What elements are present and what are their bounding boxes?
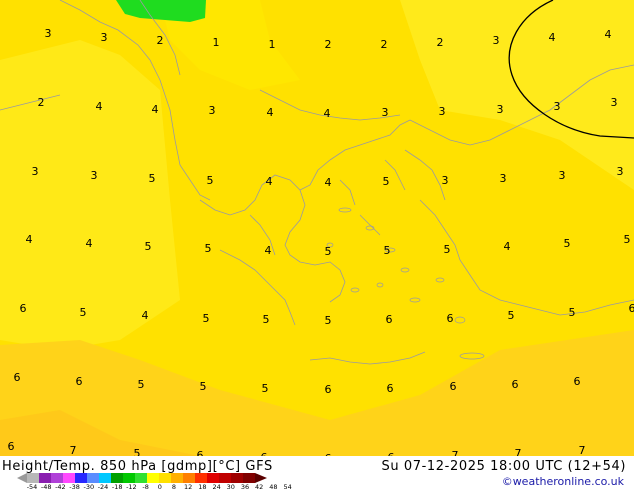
temperature-label: 5 [205,242,212,255]
credit-link[interactable]: ©weatheronline.co.uk [502,475,624,488]
temperature-label: 3 [554,100,561,113]
temperature-label: 4 [504,240,511,253]
temperature-label: 3 [382,106,389,119]
temperature-label: 4 [549,31,556,44]
temperature-label: 5 [145,240,152,253]
temperature-label: 3 [493,34,500,47]
temperature-label: 5 [325,314,332,327]
temperature-label: 4 [26,233,33,246]
temperature-label: 3 [611,96,618,109]
temperature-label: 3 [500,172,507,185]
weather-map: 3 3 2 1 1 2 2 2 3 4 4 2 4 4 3 4 4 3 3 3 3 3 3 3 5 5 4 4 5 3 3 3 3 4 4 5 5 4 5 5… [0,0,634,456]
temperature-label: 4 [152,103,159,116]
temperature-label: 2 [38,96,45,109]
colorbar-segment [231,473,243,483]
temperature-label: 7 [452,449,459,456]
valid-time: Su 07-12-2025 18:00 UTC (12+54) [381,459,626,474]
colorbar-segment [135,473,147,483]
temperature-label: 5 [564,237,571,250]
temperature-label: 4 [142,309,149,322]
temperature-label: 5 [262,382,269,395]
temperature-label: 7 [515,447,522,456]
temperature-label: 6 [386,313,393,326]
temperature-label: 7 [70,444,77,456]
temperature-label: 1 [269,38,276,51]
temperature-label: 5 [508,309,515,322]
temperature-label: 6 [197,449,204,456]
colorbar-segment [123,473,135,483]
temperature-label: 2 [381,38,388,51]
temperature-label: 3 [439,105,446,118]
colorbar-segment [183,473,195,483]
temperature-label: 6 [574,375,581,388]
temperature-label: 5 [138,378,145,391]
colorbar-segment [243,473,255,483]
temperature-label: 4 [266,175,273,188]
colorbar-segment [75,473,87,483]
colorbar-segment [159,473,171,483]
temperature-label: 5 [207,174,214,187]
temperature-label: 5 [263,313,270,326]
temperature-label: 4 [324,107,331,120]
colorbar-segment [51,473,63,483]
temperature-label: 5 [384,244,391,257]
colorbar-segment [171,473,183,483]
colorbar-segment [27,473,39,483]
temperature-label: 3 [101,31,108,44]
temperature-label: 5 [383,175,390,188]
colorbar-segment [147,473,159,483]
colorbar-segment [39,473,51,483]
temperature-label: 6 [447,312,454,325]
temperature-label: 6 [20,302,27,315]
temperature-label: 5 [200,380,207,393]
temperature-label: 6 [325,383,332,396]
temperature-label: 6 [8,440,15,453]
temperature-label: 6 [14,371,21,384]
temperature-label: 6 [512,378,519,391]
temperature-label: 2 [325,38,332,51]
temperature-label: 5 [80,306,87,319]
temperature-label: 5 [444,243,451,256]
temperature-label: 3 [442,174,449,187]
temperature-label: 3 [91,169,98,182]
temperature-label: 3 [617,165,624,178]
temperature-label: 3 [559,169,566,182]
temperature-label: 6 [387,382,394,395]
colorbar-segment [87,473,99,483]
temperature-label: 4 [267,106,274,119]
temperature-label: 4 [265,244,272,257]
temperature-label: 5 [569,306,576,319]
temperature-label: 4 [325,176,332,189]
colorbar-arrow-left [17,473,27,483]
temperature-label: 3 [45,27,52,40]
colorbar-arrow-right [255,473,267,483]
temperature-label: 3 [209,104,216,117]
colorbar [17,473,293,483]
temperature-label: 7 [579,444,586,456]
temperature-label: 5 [624,233,631,246]
temperature-label: 3 [497,103,504,116]
temperature-label: 1 [213,36,220,49]
colorbar-segment [207,473,219,483]
temperature-label: 5 [203,312,210,325]
temperature-label: 6 [629,302,634,315]
temperature-label: 2 [157,34,164,47]
temperature-label: 2 [437,36,444,49]
temperature-label: 5 [149,172,156,185]
temperature-label: 6 [76,375,83,388]
temperature-band-west [0,40,180,350]
colorbar-segment [195,473,207,483]
map-title: Height/Temp. 850 hPa [gdmp][°C] GFS [2,459,273,474]
temperature-label: 6 [450,380,457,393]
colorbar-segment [219,473,231,483]
temperature-label: 4 [86,237,93,250]
colorbar-segment [63,473,75,483]
colorbar-segment [99,473,111,483]
temperature-label: 4 [96,100,103,113]
temperature-label: 5 [325,245,332,258]
temperature-label: 4 [605,28,612,41]
colorbar-segment [111,473,123,483]
temperature-label: 5 [134,447,141,456]
temperature-label: 3 [32,165,39,178]
